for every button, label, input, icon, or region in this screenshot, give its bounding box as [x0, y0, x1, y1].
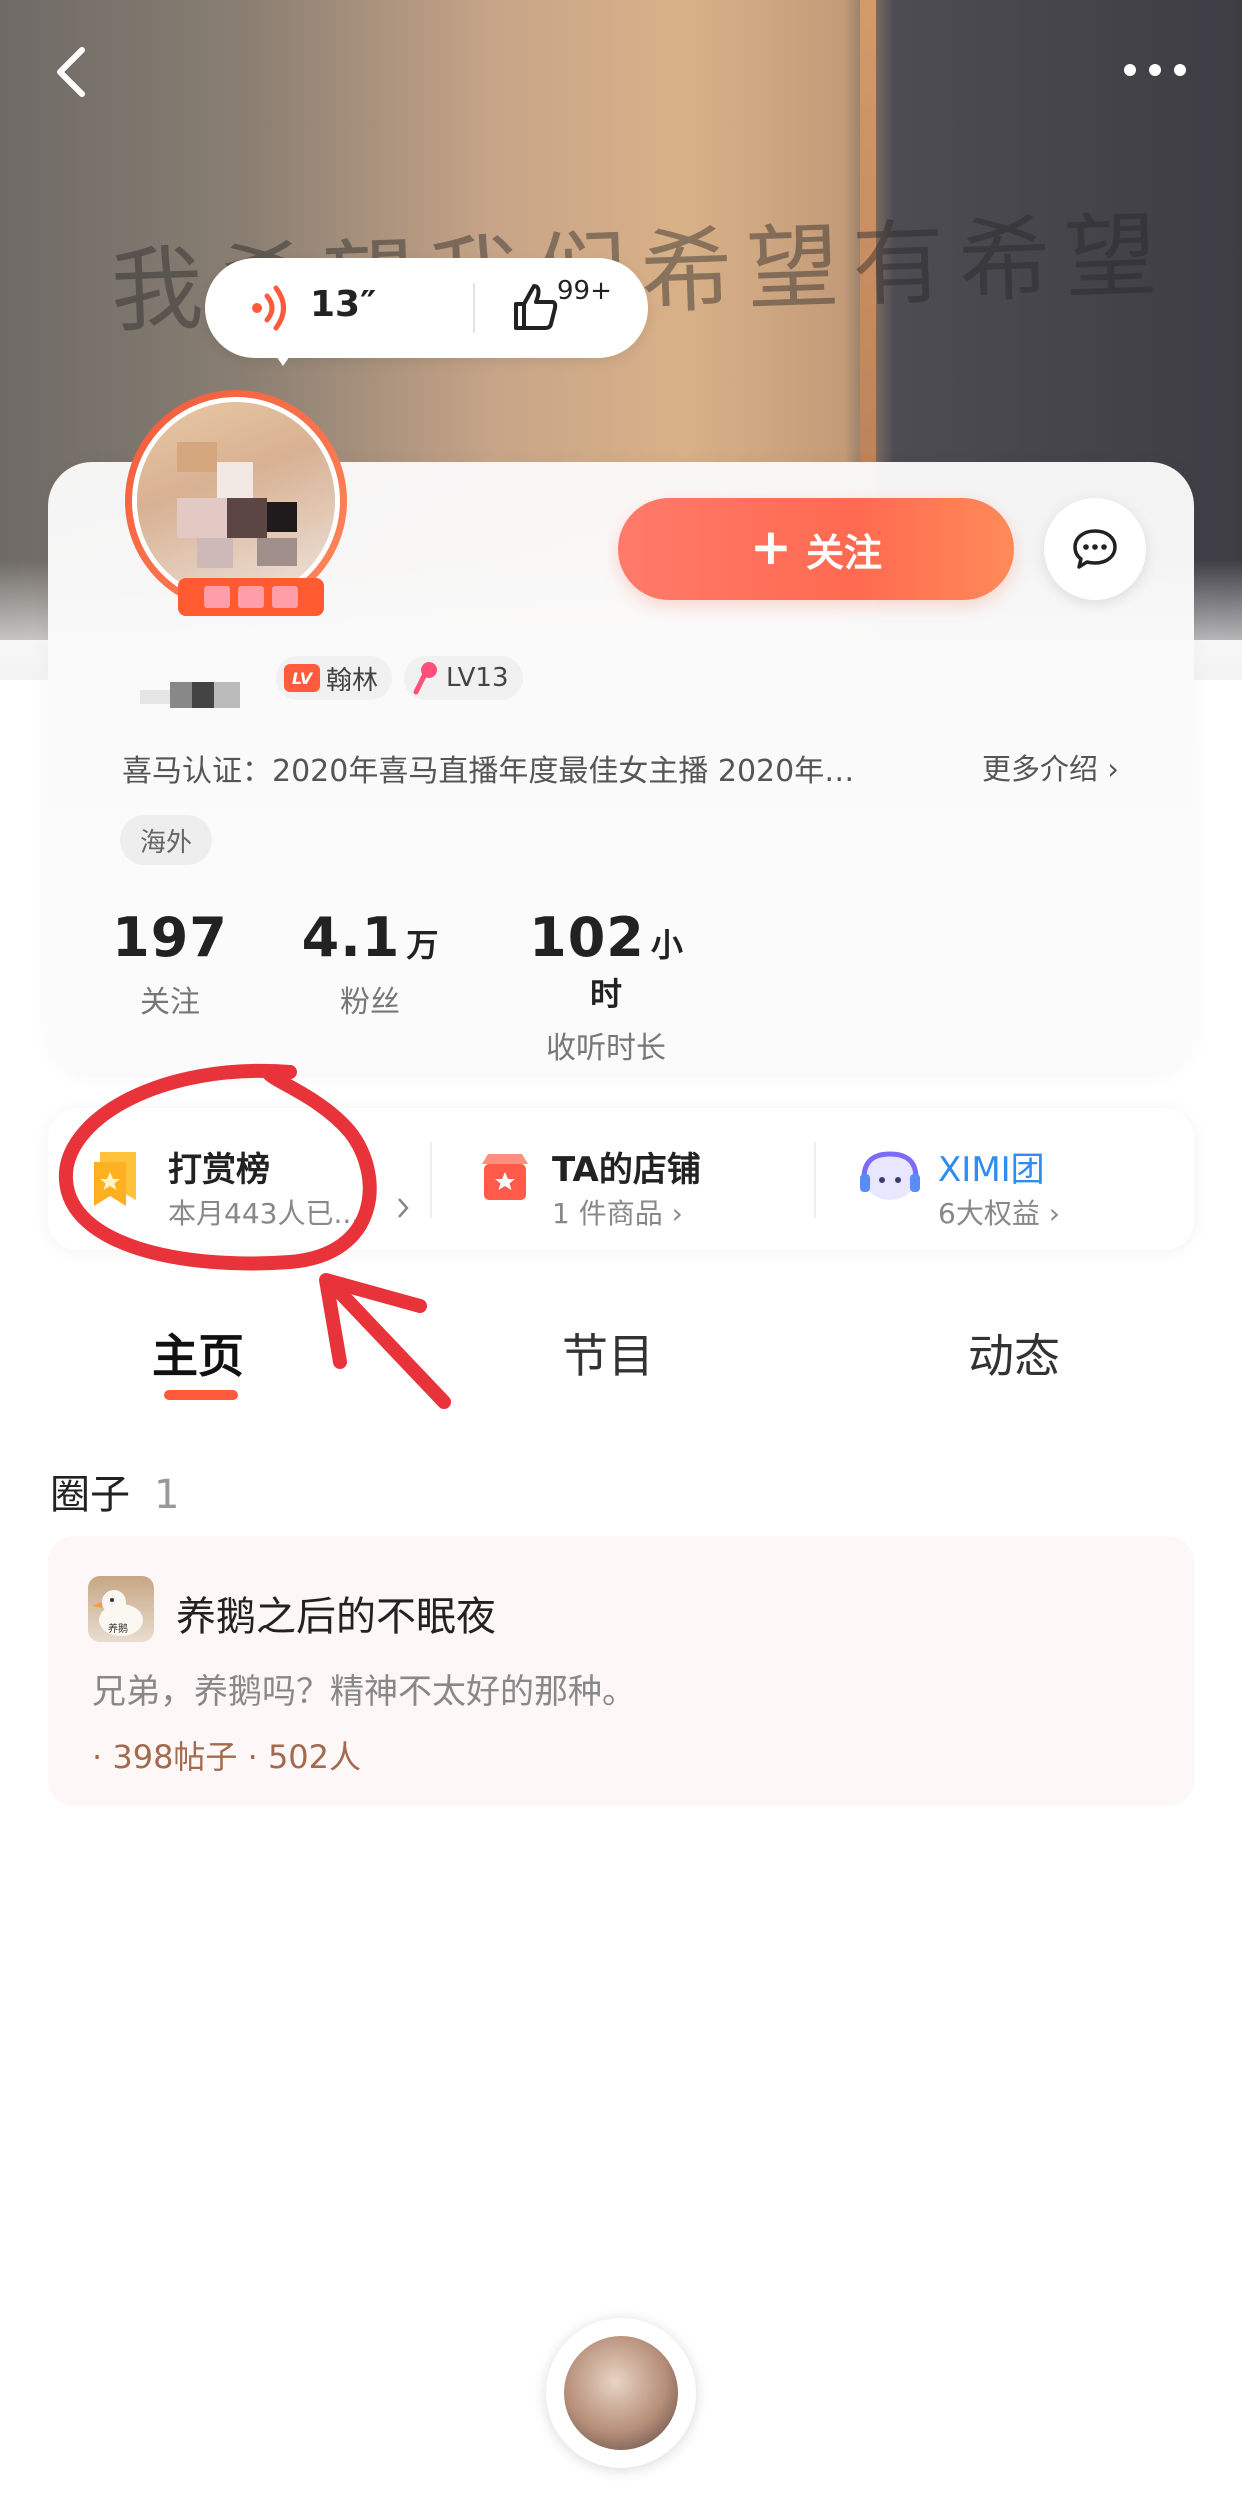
lv-crown-icon: LV	[284, 664, 320, 692]
stat-value: 102	[529, 906, 645, 969]
stat-label: 收听时长	[546, 1031, 666, 1066]
tab-moments[interactable]: 动态	[968, 1320, 1060, 1386]
voice-duration: 13″	[310, 284, 377, 325]
follow-button[interactable]: + 关注	[618, 498, 1014, 600]
mini-player-avatar[interactable]	[546, 2318, 696, 2468]
plus-icon: +	[750, 518, 792, 576]
reward-flag-icon	[94, 1152, 136, 1206]
level-badge-label: LV13	[446, 663, 509, 693]
entry-shop[interactable]: TA的店铺 1 件商品 ›	[432, 1108, 812, 1250]
stat-unit: 万	[406, 926, 439, 964]
stat-following[interactable]: 197 关注	[110, 906, 230, 1021]
stat-listen-time[interactable]: 102 小时 收听时长	[516, 906, 696, 1067]
certification-text: 喜马认证：2020年喜马直播年度最佳女主播 2020年…	[122, 754, 855, 789]
microphone-icon	[413, 662, 437, 695]
more-button[interactable]	[1120, 55, 1190, 85]
bubble-tail	[265, 340, 301, 366]
stat-followers[interactable]: 4.1 万 粉丝	[298, 906, 442, 1021]
tab-programs[interactable]: 节目	[562, 1320, 654, 1386]
circles-title-text: 圈子	[50, 1472, 130, 1518]
stat-value: 197	[112, 906, 228, 969]
noble-badge[interactable]: LV 翰林	[276, 656, 393, 700]
chat-bubble-icon	[1073, 529, 1117, 569]
chevron-right-icon	[398, 1198, 409, 1218]
quick-entries-bar: 打赏榜 本月443人已... TA的店铺 1 件商品 › XIMI团 6大权益 …	[48, 1108, 1194, 1250]
noble-badge-label: 翰林	[326, 665, 379, 696]
entry-title: TA的店铺	[552, 1150, 701, 1190]
entry-subtitle: 本月443人已...	[168, 1197, 361, 1230]
circle-stats: · 398帖子 · 502人	[92, 1738, 362, 1776]
entry-title: 打赏榜	[168, 1150, 270, 1190]
ximi-mascot-icon	[860, 1151, 920, 1200]
voice-wave-icon	[252, 285, 286, 331]
circles-count: 1	[154, 1472, 180, 1518]
entry-reward-ranking[interactable]: 打赏榜 本月443人已...	[48, 1108, 428, 1250]
chevron-left-icon	[57, 47, 85, 97]
thumb-up-icon[interactable]	[510, 280, 560, 334]
username-pixelated	[140, 672, 244, 710]
annotation-arrow-head	[319, 1273, 427, 1369]
follow-button-label: 关注	[805, 530, 882, 575]
entry-title: XIMI团	[938, 1150, 1045, 1190]
entry-subtitle: 1 件商品 ›	[552, 1197, 683, 1230]
live-status-badge	[178, 578, 324, 616]
level-badge[interactable]: LV13	[404, 656, 523, 700]
bubble-divider	[473, 283, 475, 333]
back-button[interactable]	[52, 42, 92, 102]
stat-label: 粉丝	[340, 985, 400, 1020]
circle-card[interactable]: 养鹅 养鹅之后的不眠夜 兄弟，养鹅吗？精神不太好的那种。 · 398帖子 · 5…	[48, 1536, 1194, 1806]
circles-section-title: 圈子 1	[50, 1462, 179, 1520]
more-dots-icon	[1124, 64, 1186, 76]
tab-home[interactable]: 主页	[152, 1320, 244, 1386]
message-button[interactable]	[1044, 498, 1146, 600]
player-cover-image	[564, 2336, 678, 2450]
avatar-image-pixelated	[132, 397, 340, 605]
circle-thumbnail: 养鹅	[88, 1576, 154, 1642]
thumbnail-caption: 养鹅	[108, 1624, 128, 1635]
entry-ximi-group[interactable]: XIMI团 6大权益 ›	[816, 1108, 1194, 1250]
shop-icon	[482, 1154, 528, 1200]
stat-value: 4.1	[301, 906, 401, 969]
tab-active-indicator	[164, 1390, 238, 1400]
circle-name: 养鹅之后的不眠夜	[176, 1594, 496, 1640]
annotation-arrow-shaft	[323, 1275, 451, 1409]
more-intro-link[interactable]: 更多介绍 ›	[982, 746, 1119, 788]
region-tag: 海外	[120, 815, 213, 865]
like-count: 99+	[557, 276, 612, 306]
circle-description: 兄弟，养鹅吗？精神不太好的那种。	[92, 1672, 636, 1712]
voice-intro-bubble[interactable]: 13″ 99+	[205, 258, 648, 366]
stat-label: 关注	[140, 985, 200, 1020]
entry-subtitle: 6大权益 ›	[938, 1197, 1060, 1230]
